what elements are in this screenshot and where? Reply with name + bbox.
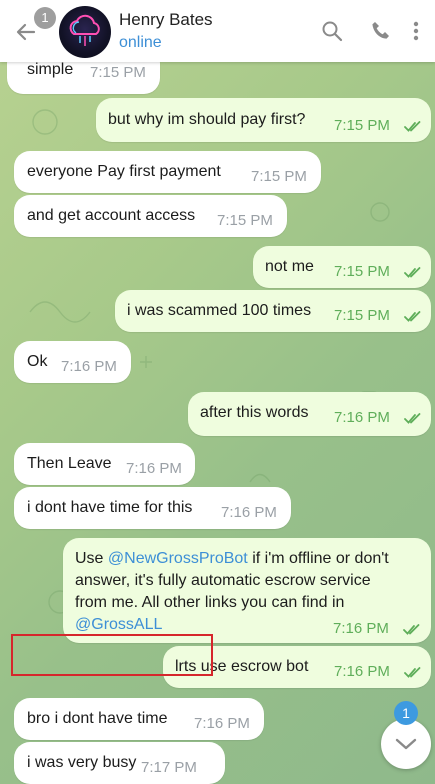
double-check-icon — [404, 413, 421, 424]
message-text: everyone Pay first payment — [27, 163, 221, 180]
channel-link[interactable]: @GrossALL — [75, 616, 162, 633]
message-text: and get account access — [27, 207, 196, 224]
message-time: 7:15 PM — [217, 212, 273, 229]
message-time: 7:16 PM — [334, 663, 390, 680]
double-check-icon — [404, 267, 421, 278]
message-text: simple — [27, 62, 74, 78]
message-time: 7:15 PM — [90, 64, 146, 81]
double-check-icon — [403, 624, 420, 635]
message-time: 7:15 PM — [251, 168, 307, 185]
message-in[interactable]: simple 7:15 PM — [7, 62, 160, 94]
message-in[interactable]: i was very busy 7:17 PM — [14, 742, 225, 784]
message-out[interactable]: i was scammed 100 times 7:15 PM — [115, 290, 431, 332]
message-text: i was scammed 100 times — [127, 302, 312, 319]
message-time: 7:16 PM — [221, 504, 277, 521]
bot-link[interactable]: @NewGrossProBot — [108, 550, 248, 567]
scroll-down-badge: 1 — [394, 701, 418, 725]
message-time: 7:15 PM — [334, 307, 390, 324]
message-text: Then Leave — [27, 455, 112, 472]
message-text: after this words — [200, 404, 309, 421]
double-check-icon — [404, 311, 421, 322]
message-out[interactable]: not me 7:15 PM — [253, 246, 431, 288]
message-time: 7:16 PM — [61, 358, 117, 375]
contact-name[interactable]: Henry Bates — [119, 10, 213, 30]
message-text: i was very busy — [27, 754, 137, 771]
message-time: 7:16 PM — [333, 620, 389, 637]
message-in[interactable]: bro i dont have time 7:16 PM — [14, 698, 264, 740]
scroll-down-button[interactable] — [381, 719, 431, 769]
chevron-down-icon — [395, 738, 417, 750]
message-text: Ok — [27, 353, 48, 370]
back-arrow-icon[interactable] — [14, 20, 38, 44]
more-vertical-icon[interactable] — [411, 20, 421, 42]
message-time: 7:17 PM — [141, 759, 197, 776]
avatar[interactable] — [59, 6, 111, 58]
message-out[interactable]: Use @NewGrossProBot if i'm offline or do… — [63, 538, 431, 643]
message-in[interactable]: Then Leave 7:16 PM — [14, 443, 195, 485]
message-text: but why im should pay first? — [108, 111, 306, 128]
double-check-icon — [404, 121, 421, 132]
message-time: 7:16 PM — [334, 409, 390, 426]
message-text: bro i dont have time — [27, 710, 168, 727]
search-icon[interactable] — [321, 20, 343, 42]
contact-status: online — [119, 34, 162, 51]
message-time: 7:15 PM — [334, 117, 390, 134]
message-in[interactable]: Ok 7:16 PM — [14, 341, 131, 383]
message-in[interactable]: and get account access 7:15 PM — [14, 195, 287, 237]
message-time: 7:16 PM — [194, 715, 250, 732]
message-text: not me — [265, 258, 314, 275]
message-out[interactable]: after this words 7:16 PM — [188, 392, 431, 436]
message-text: i dont have time for this — [27, 499, 193, 516]
message-out[interactable]: but why im should pay first? 7:15 PM — [96, 98, 431, 142]
message-time: 7:16 PM — [126, 460, 182, 477]
chat-header: 1 Henry Bates online — [0, 0, 435, 62]
highlight-box — [11, 634, 213, 676]
unread-badge: 1 — [34, 7, 56, 29]
phone-icon[interactable] — [370, 20, 392, 42]
double-check-icon — [404, 667, 421, 678]
cloud-logo-icon — [69, 14, 100, 46]
message-in[interactable]: i dont have time for this 7:16 PM — [14, 487, 291, 529]
message-time: 7:15 PM — [334, 263, 390, 280]
message-in[interactable]: everyone Pay first payment 7:15 PM — [14, 151, 321, 193]
